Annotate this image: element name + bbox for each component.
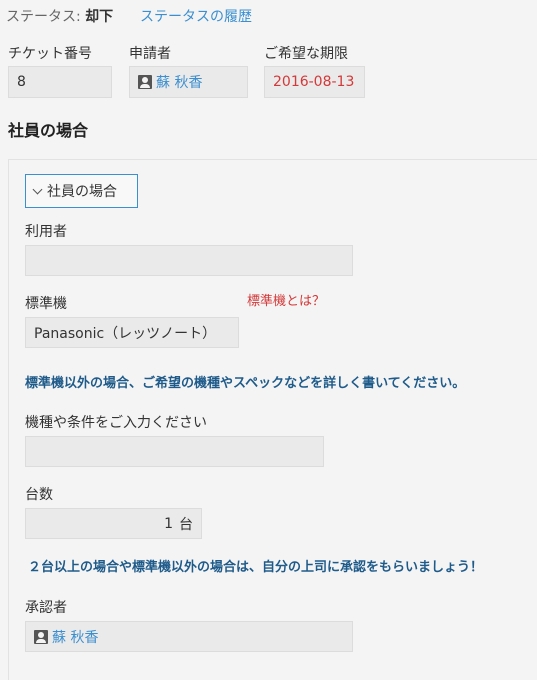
- standard-machine-value: Panasonic（レッツノート）: [34, 325, 217, 342]
- status-label: ステータス:: [6, 9, 81, 25]
- standard-machine-about-link[interactable]: 標準機とは？: [247, 290, 325, 309]
- applicant-user-link[interactable]: 蘇 秋香: [156, 72, 202, 92]
- user-input[interactable]: [25, 245, 353, 276]
- deadline-label: ご希望な期限: [264, 46, 348, 62]
- user-label: 利用者: [25, 224, 67, 240]
- conditions-label: 機種や条件をご入力ください: [25, 415, 207, 431]
- applicant-field: 蘇 秋香: [129, 66, 248, 98]
- section-title: 社員の場合: [8, 121, 89, 140]
- count-unit: 台: [179, 516, 193, 533]
- chevron-down-icon: [32, 184, 43, 194]
- deadline-value: 2016-08-13: [273, 74, 355, 90]
- approver-user-link[interactable]: 蘇 秋香: [52, 627, 98, 647]
- status-history-link[interactable]: ステータスの履歴: [140, 6, 252, 26]
- approver-field: 蘇 秋香: [25, 621, 353, 652]
- ticket-number-label: チケット番号: [8, 46, 92, 62]
- user-icon: [138, 75, 152, 89]
- user-icon: [34, 629, 48, 644]
- ticket-number-field: 8: [8, 66, 112, 98]
- count-input[interactable]: 1 台: [25, 508, 202, 539]
- standard-machine-label: 標準機: [25, 296, 67, 312]
- conditions-input[interactable]: [25, 436, 324, 467]
- group-toggle-button[interactable]: 社員の場合: [25, 174, 138, 208]
- approval-notice: ２台以上の場合や標準機以外の場合は、自分の上司に承認をもらいましょう！: [28, 560, 484, 575]
- approver-label: 承認者: [25, 600, 67, 616]
- group-toggle-label: 社員の場合: [47, 184, 117, 200]
- standard-machine-select[interactable]: Panasonic（レッツノート）: [25, 317, 239, 348]
- count-value: 1: [164, 515, 173, 532]
- count-label: 台数: [25, 487, 53, 503]
- deadline-field: 2016-08-13: [264, 66, 365, 98]
- status-row: ステータス: 却下: [6, 6, 113, 26]
- other-model-notice: 標準機以外の場合、ご希望の機種やスペックなどを詳しく書いてください。: [25, 376, 466, 391]
- status-value: 却下: [85, 9, 114, 25]
- applicant-label: 申請者: [129, 46, 171, 62]
- ticket-number-value: 8: [17, 74, 26, 90]
